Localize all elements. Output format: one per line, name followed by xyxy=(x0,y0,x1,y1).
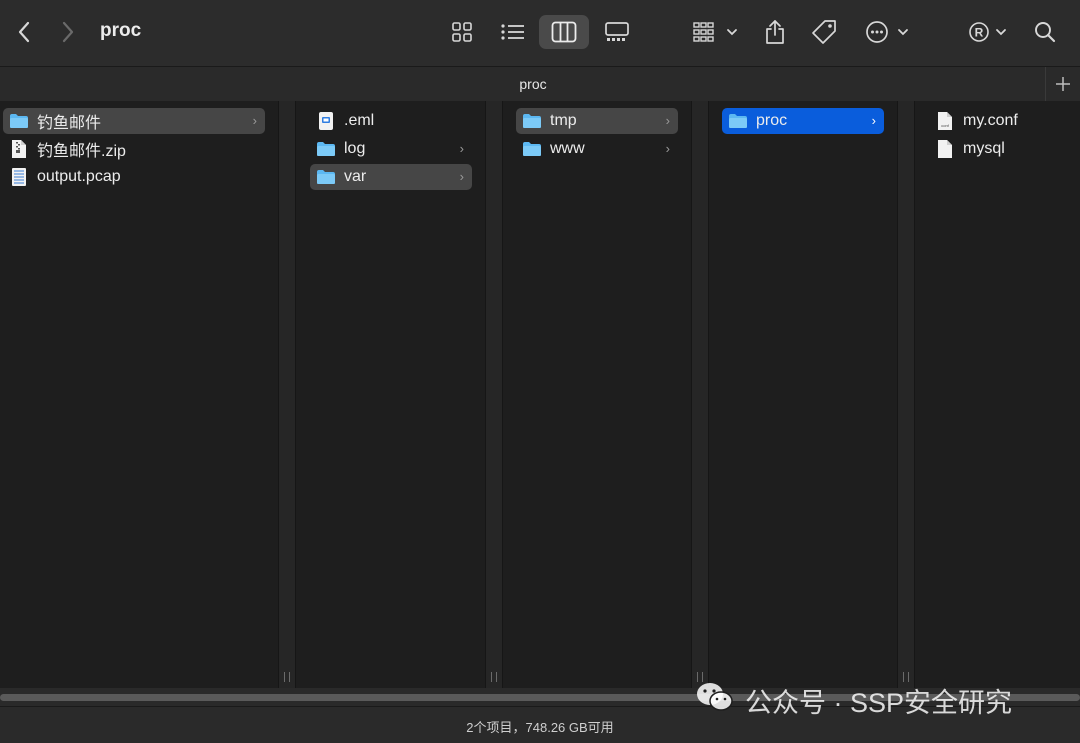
list-item[interactable]: proc › xyxy=(722,108,884,134)
item-label: log xyxy=(344,140,366,157)
window-title: proc xyxy=(100,20,142,41)
folder-icon xyxy=(9,112,29,130)
list-item[interactable]: var › xyxy=(310,164,472,190)
column-5: conf my.conf mysql xyxy=(915,101,1080,688)
list-view-icon[interactable] xyxy=(496,18,530,46)
list-item[interactable]: 钓鱼邮件 › xyxy=(3,108,265,134)
column-3: tmp › www › xyxy=(503,101,691,688)
item-label: 钓鱼邮件 xyxy=(37,115,102,132)
new-tab-button[interactable] xyxy=(1045,67,1080,101)
item-label: proc xyxy=(756,112,788,129)
folder-icon xyxy=(316,168,336,186)
group-icon[interactable] xyxy=(690,18,740,46)
item-label: my.conf xyxy=(963,112,1018,129)
gallery-view-icon[interactable] xyxy=(601,18,633,46)
forward-icon[interactable] xyxy=(56,18,80,46)
column-divider[interactable] xyxy=(278,101,296,688)
tag-icon[interactable] xyxy=(810,18,838,46)
item-label: output.pcap xyxy=(37,168,121,185)
folder-icon xyxy=(522,112,542,130)
eml-file-icon xyxy=(316,112,336,130)
item-label: www xyxy=(550,140,585,157)
folder-icon xyxy=(522,140,542,158)
chevron-right-icon: › xyxy=(665,141,670,156)
tab-proc[interactable]: proc xyxy=(0,76,1066,92)
registered-icon[interactable]: R xyxy=(966,18,1010,46)
pcap-file-icon xyxy=(9,168,29,186)
item-label: 钓鱼邮件.zip xyxy=(37,143,126,160)
resize-grip[interactable] xyxy=(284,672,290,682)
tab-bar: proc xyxy=(0,66,1080,102)
more-icon[interactable] xyxy=(864,18,912,46)
folder-icon xyxy=(316,140,336,158)
watermark-text: 公众号 · SSP安全研究 xyxy=(745,687,1013,718)
list-item[interactable]: www › xyxy=(516,136,678,162)
zip-file-icon xyxy=(9,140,29,158)
item-label: .eml xyxy=(344,112,375,129)
file-icon xyxy=(935,140,955,158)
folder-icon xyxy=(728,112,748,130)
column-1: 钓鱼邮件 › 钓鱼邮件.zip output.pcap xyxy=(0,101,278,688)
column-view-icon[interactable] xyxy=(539,15,589,49)
column-divider[interactable] xyxy=(691,101,709,688)
toolbar: proc R xyxy=(0,0,1080,66)
icon-view-icon[interactable] xyxy=(447,18,477,46)
item-label: var xyxy=(344,168,367,185)
svg-text:R: R xyxy=(975,26,984,40)
list-item[interactable]: log › xyxy=(310,136,472,162)
resize-grip[interactable] xyxy=(491,672,497,682)
share-icon[interactable] xyxy=(762,18,788,46)
column-2: .eml log › var › xyxy=(296,101,485,688)
list-item[interactable]: mysql xyxy=(929,136,1077,162)
wechat-icon xyxy=(695,681,735,720)
chevron-right-icon: › xyxy=(252,113,257,128)
list-item[interactable]: tmp › xyxy=(516,108,678,134)
chevron-right-icon: › xyxy=(871,113,876,128)
list-item[interactable]: 钓鱼邮件.zip xyxy=(3,136,265,162)
column-divider[interactable] xyxy=(485,101,503,688)
conf-file-icon: conf xyxy=(935,112,955,130)
column-browser: 钓鱼邮件 › 钓鱼邮件.zip output.pcap .eml log › v… xyxy=(0,101,1080,688)
column-divider[interactable] xyxy=(897,101,915,688)
list-item[interactable]: output.pcap xyxy=(3,164,265,190)
chevron-right-icon: › xyxy=(665,113,670,128)
item-label: tmp xyxy=(550,112,577,129)
list-item[interactable]: .eml xyxy=(310,108,472,134)
item-label: mysql xyxy=(963,140,1005,157)
chevron-right-icon: › xyxy=(459,141,464,156)
list-item[interactable]: conf my.conf xyxy=(929,108,1077,134)
chevron-right-icon: › xyxy=(459,169,464,184)
svg-text:conf: conf xyxy=(941,123,949,128)
back-icon[interactable] xyxy=(12,18,36,46)
watermark: 公众号 · SSP安全研究 xyxy=(695,680,1012,720)
plus-icon xyxy=(1056,77,1070,91)
column-4: proc › xyxy=(709,101,897,688)
search-icon[interactable] xyxy=(1032,18,1058,46)
